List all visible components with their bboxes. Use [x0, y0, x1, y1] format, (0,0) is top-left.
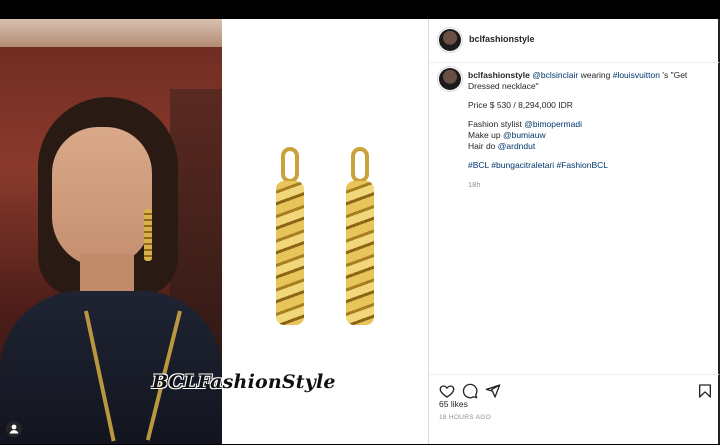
- like-count[interactable]: 65 likes: [439, 399, 468, 409]
- action-bar: [429, 374, 719, 445]
- price-text: Price $ 530 / 8,294,000 IDR: [468, 100, 573, 110]
- ceiling: [0, 19, 222, 47]
- caption-username[interactable]: bclfashionstyle: [468, 70, 530, 80]
- watermark: BCLFashionStyle: [152, 371, 336, 393]
- caption-section: bclfashionstyle @bclsinclair wearing #lo…: [429, 62, 719, 372]
- comment-icon[interactable]: [462, 383, 478, 399]
- post-modal: BCLFashionStyle bclfashionstyle bclfashi…: [0, 19, 720, 444]
- mention-link[interactable]: @bclsinclair: [532, 70, 578, 80]
- bookmark-icon[interactable]: [697, 383, 713, 399]
- post-media[interactable]: BCLFashionStyle: [0, 19, 428, 444]
- post-header: bclfashionstyle: [429, 19, 719, 63]
- send-icon[interactable]: [485, 383, 501, 399]
- earring-hook: [281, 147, 299, 183]
- caption-age: 18h: [468, 180, 481, 189]
- hashtags-link[interactable]: #BCL #bungacitraletari #FashionBCL: [468, 160, 708, 171]
- top-bar: [0, 0, 720, 19]
- caption-avatar[interactable]: [439, 68, 461, 90]
- earring-chain: [276, 181, 304, 325]
- stylist-label: Fashion stylist: [468, 119, 525, 129]
- post-timestamp[interactable]: 18 HOURS AGO: [439, 414, 491, 421]
- makeup-link[interactable]: @bumiauw: [503, 130, 546, 140]
- caption-text-a: wearing: [578, 70, 613, 80]
- hair-label: Hair do: [468, 141, 498, 151]
- avatar[interactable]: [439, 29, 461, 51]
- stylist-link[interactable]: @bimopermadi: [524, 119, 582, 129]
- earring-hook: [351, 147, 369, 183]
- user-tag-icon[interactable]: [6, 421, 22, 437]
- earring-right: [344, 147, 376, 325]
- caption-text: bclfashionstyle @bclsinclair wearing #lo…: [468, 70, 708, 198]
- makeup-label: Make up: [468, 130, 503, 140]
- hair-link[interactable]: @ardndut: [498, 141, 535, 151]
- worn-earring: [144, 209, 152, 261]
- earring-chain: [346, 181, 374, 325]
- face: [52, 127, 152, 267]
- heart-icon[interactable]: [439, 383, 455, 399]
- earring-left: [274, 147, 306, 325]
- post-sidebar: bclfashionstyle bclfashionstyle @bclsinc…: [428, 19, 719, 445]
- header-username[interactable]: bclfashionstyle: [469, 34, 535, 44]
- hashtag-link[interactable]: #louisvuitton: [613, 70, 660, 80]
